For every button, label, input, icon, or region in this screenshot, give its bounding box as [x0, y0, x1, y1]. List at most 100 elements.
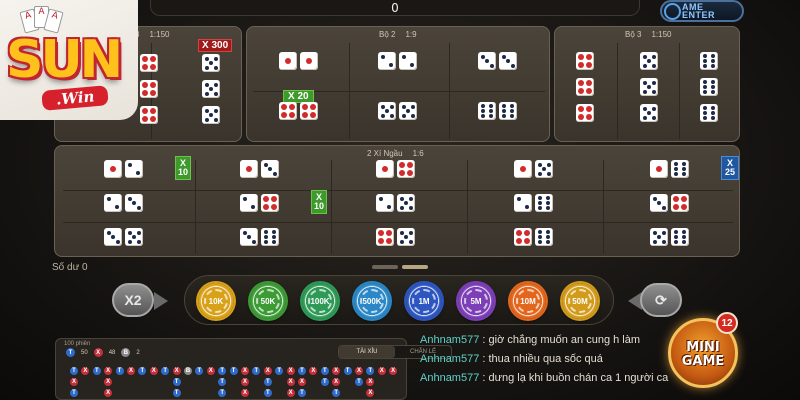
- die-face-6: [535, 228, 553, 246]
- pip: [545, 201, 550, 205]
- game-center-button[interactable]: AME ENTER: [660, 0, 744, 22]
- pip: [204, 91, 209, 96]
- dice-pair[interactable]: [576, 52, 594, 70]
- dice-pair[interactable]: [378, 52, 417, 70]
- dice-pair[interactable]: [478, 52, 517, 70]
- dice-pair[interactable]: [104, 228, 143, 246]
- die-face-2: [240, 194, 258, 212]
- pip: [309, 104, 316, 111]
- dice-pair[interactable]: [279, 102, 318, 120]
- pip: [136, 205, 141, 210]
- dice-pair[interactable]: [378, 102, 417, 120]
- dice-pair[interactable]: [576, 78, 594, 96]
- die-face-1: [650, 160, 668, 178]
- dice-pair[interactable]: [650, 194, 689, 212]
- dice-pair[interactable]: [202, 80, 220, 98]
- xi-ngau-label: 2 Xí Ngầu: [367, 149, 403, 158]
- history-result-dot: T: [70, 367, 78, 375]
- dice-pair[interactable]: [279, 52, 318, 70]
- die-face-3: [240, 228, 258, 246]
- dice-pair[interactable]: [650, 228, 689, 246]
- dice-pair[interactable]: [700, 78, 718, 96]
- history-result-dot: T: [172, 389, 181, 397]
- dice-pair[interactable]: [514, 228, 553, 246]
- chip-50m[interactable]: 50M: [562, 283, 598, 319]
- dice-pair[interactable]: [514, 160, 553, 178]
- pip: [378, 237, 385, 244]
- chip-10k[interactable]: 10K: [198, 283, 234, 319]
- dice-pair[interactable]: [104, 194, 143, 212]
- dice-pair[interactable]: [104, 160, 143, 178]
- die-face-4: [140, 54, 158, 72]
- page-indicator-2[interactable]: [402, 265, 428, 269]
- dice-pair[interactable]: [514, 194, 553, 212]
- pip: [408, 205, 413, 210]
- pip: [379, 197, 384, 202]
- history-result-dot: T: [263, 389, 272, 397]
- pip: [142, 89, 149, 96]
- chip-1m[interactable]: 1M: [406, 283, 442, 319]
- pip: [213, 108, 218, 113]
- pip: [652, 239, 657, 244]
- history-result-dot: T: [115, 367, 124, 375]
- tab-tai-xiu[interactable]: TÀI XỈU: [339, 346, 395, 358]
- dice-pair[interactable]: [202, 54, 220, 72]
- chat-text: : giờ chẳng muốn an cung h làm: [482, 334, 641, 346]
- die-face-5: [202, 54, 220, 72]
- notification-badge: 12: [716, 312, 738, 334]
- dice-pair[interactable]: [640, 104, 658, 122]
- dice-pair[interactable]: [140, 54, 158, 72]
- pip: [149, 108, 156, 115]
- dice-pair[interactable]: [576, 104, 594, 122]
- chip-500k[interactable]: 500K: [354, 283, 390, 319]
- dice-pair[interactable]: [640, 52, 658, 70]
- pip: [652, 230, 657, 235]
- chip-50k[interactable]: 50K: [250, 283, 286, 319]
- dice-pair[interactable]: [650, 160, 689, 178]
- reload-button[interactable]: ⟳: [640, 283, 682, 317]
- dice-pair[interactable]: [700, 104, 718, 122]
- pip: [136, 230, 141, 235]
- chip-100k[interactable]: 100K: [302, 283, 338, 319]
- pip: [378, 230, 385, 237]
- pip: [651, 89, 656, 94]
- pip: [710, 59, 715, 63]
- dice-pair[interactable]: [376, 228, 415, 246]
- die-face-6: [261, 228, 279, 246]
- mini-game-label-line1: MINI: [686, 340, 720, 355]
- pip: [674, 235, 679, 239]
- pip: [710, 53, 715, 58]
- dice-pair[interactable]: [202, 106, 220, 124]
- dice-pair[interactable]: [240, 228, 279, 246]
- die-face-4: [140, 80, 158, 98]
- dice-pair[interactable]: [376, 194, 415, 212]
- pip: [271, 235, 276, 239]
- dice-pair[interactable]: [478, 102, 517, 120]
- dice-pair[interactable]: [140, 106, 158, 124]
- pip: [302, 111, 309, 118]
- bet-panel-bo2[interactable]: Bộ 2 1:9 X 20: [246, 26, 550, 142]
- dice-pair[interactable]: [240, 160, 279, 178]
- page-indicator-1[interactable]: [372, 265, 398, 269]
- pip: [250, 204, 255, 209]
- pip: [149, 89, 156, 96]
- dice-pair[interactable]: [640, 78, 658, 96]
- history-result-dot: X: [70, 378, 78, 386]
- dice-pair[interactable]: [700, 52, 718, 70]
- die-face-6: [700, 78, 718, 96]
- chip-10m[interactable]: 10M: [510, 283, 546, 319]
- x2-button[interactable]: X2: [112, 283, 154, 317]
- dice-pair[interactable]: [240, 194, 279, 212]
- pip: [481, 109, 486, 113]
- pip: [538, 206, 543, 211]
- die-face-4: [261, 194, 279, 212]
- dice-pair[interactable]: [140, 80, 158, 98]
- pip: [136, 239, 141, 244]
- chip-5m[interactable]: 5M: [458, 283, 494, 319]
- pip: [389, 113, 394, 118]
- dice-pair[interactable]: [376, 160, 415, 178]
- pip: [410, 104, 415, 109]
- pip: [517, 197, 522, 202]
- mini-game-label-line2: GAME: [681, 354, 725, 369]
- history-result-dot: X: [241, 367, 249, 375]
